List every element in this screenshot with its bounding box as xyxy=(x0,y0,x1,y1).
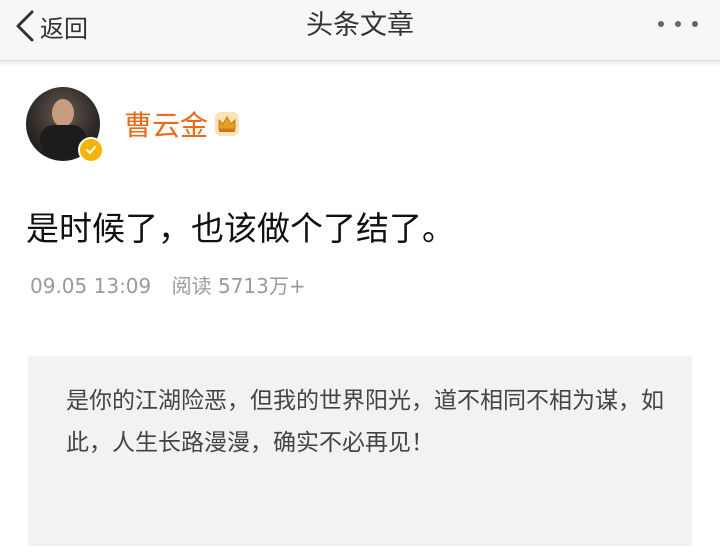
avatar[interactable] xyxy=(26,87,104,163)
verified-badge-icon xyxy=(78,137,104,163)
more-dots-icon[interactable] xyxy=(658,12,698,36)
more-dot xyxy=(675,21,681,27)
author-name[interactable]: 曹云金 xyxy=(124,104,208,144)
avatar-face xyxy=(52,99,74,127)
quote-text: 是你的江湖险恶，但我的世界阳光，道不相同不相为谋，如此，人生长路漫漫，确实不必再… xyxy=(66,388,664,456)
more-dot xyxy=(692,21,698,27)
top-nav-bar: 返回 头条文章 xyxy=(0,0,720,61)
more-dot xyxy=(658,21,664,27)
checkmark-icon xyxy=(86,146,96,154)
crown-icon xyxy=(215,112,240,136)
author-row: 曹云金 xyxy=(26,84,240,164)
quote-block: 是你的江湖险恶，但我的世界阳光，道不相同不相为谋，如此，人生长路漫漫，确实不必再… xyxy=(28,356,692,546)
publish-time: 09.05 13:09 xyxy=(30,274,152,298)
article-title: 是时候了，也该做个了结了。 xyxy=(26,209,455,248)
article-meta: 09.05 13:09 阅读 5713万+ xyxy=(30,270,320,299)
read-count: 阅读 5713万+ xyxy=(171,274,306,298)
page-title: 头条文章 xyxy=(306,10,414,41)
